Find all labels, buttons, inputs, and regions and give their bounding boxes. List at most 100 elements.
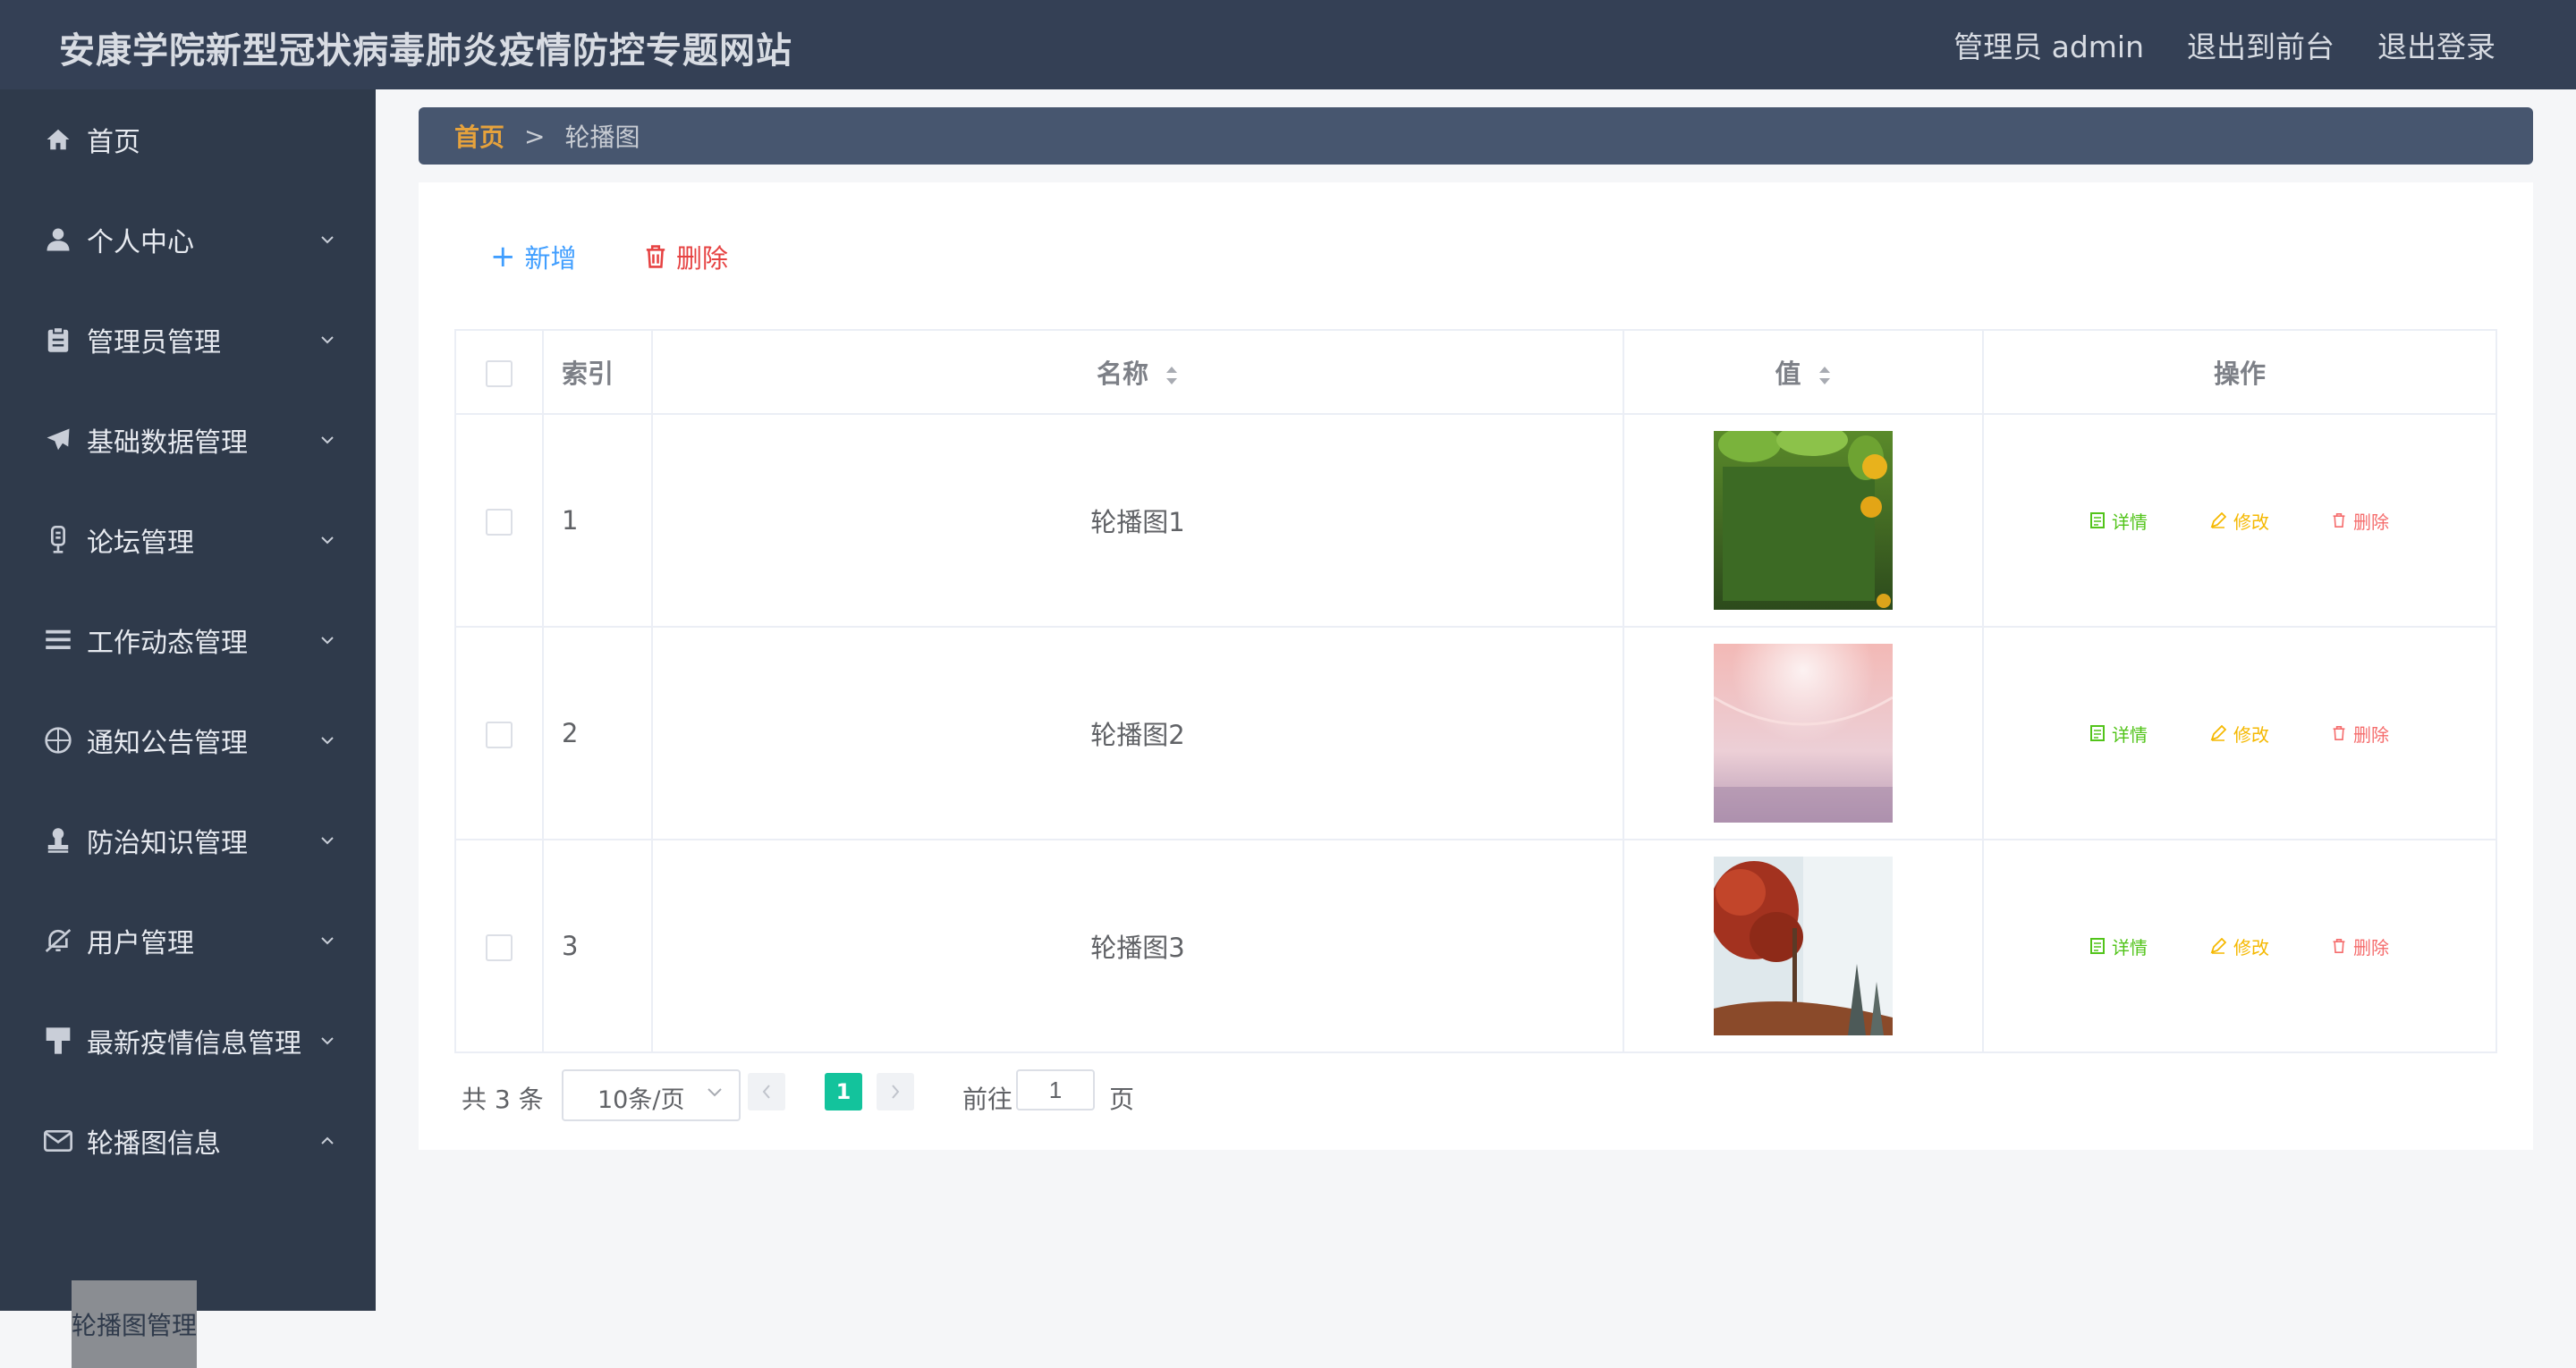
row-name: 轮播图3	[651, 839, 1624, 1053]
chevron-down-icon	[708, 1088, 722, 1097]
header-links: 管理员 admin 退出到前台 退出登录	[1953, 23, 2496, 66]
delete-button[interactable]: 删除	[2332, 721, 2389, 747]
row-value-cell	[1623, 839, 1984, 1053]
sidebar-item-base-data[interactable]: 基础数据管理	[0, 390, 376, 490]
table-header-row: 索引 名称 值 操作	[454, 329, 2497, 415]
bell-off-icon	[43, 925, 73, 956]
select-all-checkbox[interactable]	[486, 360, 513, 387]
row-value-cell	[1623, 626, 1984, 840]
row-actions-cell: 详情 修改 删除	[1982, 413, 2497, 628]
carousel-thumbnail[interactable]	[1714, 644, 1893, 823]
edit-button[interactable]: 修改	[2210, 721, 2269, 747]
row-checkbox[interactable]	[486, 934, 513, 961]
sidebar-item-home[interactable]: 首页	[0, 89, 376, 190]
row-name: 轮播图1	[651, 413, 1624, 628]
header-name[interactable]: 名称	[651, 329, 1624, 415]
header-value[interactable]: 值	[1623, 329, 1984, 415]
content-card: + 新增 删除 索引 名称 值 操作 1 轮播图1 详情 修改 删除 2 轮播图…	[419, 182, 2533, 1150]
prev-page-button[interactable]	[748, 1073, 785, 1110]
batch-delete-button[interactable]: 删除	[644, 236, 728, 277]
delete-button[interactable]: 删除	[2332, 508, 2389, 534]
sidebar: 首页 个人中心 管理员管理 基础数据管理 论坛管理 工作动态管理 通知公告管理 …	[0, 89, 376, 1368]
row-checkbox-cell	[454, 839, 544, 1053]
edit-label: 修改	[2233, 511, 2269, 533]
header-actions: 操作	[1982, 329, 2497, 415]
sidebar-item-label: 用户管理	[87, 928, 194, 959]
mail-icon	[43, 1126, 73, 1156]
edit-button[interactable]: 修改	[2210, 933, 2269, 959]
sidebar-item-notice[interactable]: 通知公告管理	[0, 690, 376, 790]
next-page-button[interactable]	[877, 1073, 914, 1110]
row-actions-cell: 详情 修改 删除	[1982, 839, 2497, 1053]
plus-icon: +	[490, 239, 516, 274]
detail-label: 详情	[2112, 723, 2148, 746]
chevron-down-icon	[321, 637, 334, 645]
page-size-select[interactable]: 10条/页	[562, 1069, 741, 1121]
sidebar-item-label: 工作动态管理	[87, 628, 248, 659]
clipboard-icon	[43, 325, 73, 355]
header-name-label: 名称	[1096, 359, 1148, 389]
sidebar-item-label: 轮播图信息	[87, 1128, 221, 1160]
goto-page-input[interactable]	[1016, 1069, 1095, 1110]
pagination-total: 共 3 条	[462, 1085, 544, 1114]
sidebar-item-label: 论坛管理	[87, 528, 194, 559]
delete-button[interactable]: 删除	[2332, 933, 2389, 959]
document-icon	[2090, 725, 2105, 741]
breadcrumb-separator: >	[524, 121, 546, 151]
sidebar-item-latest-epidemic[interactable]: 最新疫情信息管理	[0, 991, 376, 1091]
row-checkbox-cell	[454, 413, 544, 628]
pencil-icon	[2210, 725, 2226, 741]
detail-button[interactable]: 详情	[2090, 933, 2148, 959]
site-title: 安康学院新型冠状病毒肺炎疫情防控专题网站	[59, 30, 792, 72]
exit-to-front-link[interactable]: 退出到前台	[2187, 23, 2334, 66]
sidebar-item-admin-management[interactable]: 管理员管理	[0, 290, 376, 390]
user-icon	[43, 224, 73, 255]
pencil-icon	[2210, 512, 2226, 528]
sidebar-item-label: 最新疫情信息管理	[87, 1028, 301, 1060]
add-button-label: 新增	[524, 243, 577, 274]
row-checkbox[interactable]	[486, 722, 513, 748]
microphone-icon	[43, 525, 73, 555]
sidebar-item-personal-center[interactable]: 个人中心	[0, 190, 376, 290]
detail-label: 详情	[2112, 936, 2148, 958]
trash-icon	[2333, 513, 2345, 528]
sidebar-subitem-carousel-management[interactable]: 轮播图管理	[72, 1280, 197, 1368]
detail-button[interactable]: 详情	[2090, 721, 2148, 747]
sort-icon[interactable]	[1165, 364, 1179, 387]
breadcrumb-home-link[interactable]: 首页	[454, 118, 504, 154]
sidebar-item-prevention-knowledge[interactable]: 防治知识管理	[0, 790, 376, 891]
edit-label: 修改	[2233, 936, 2269, 958]
home-icon	[43, 124, 73, 155]
pencil-icon	[2210, 938, 2226, 954]
trash-icon	[646, 245, 665, 268]
detail-button[interactable]: 详情	[2090, 508, 2148, 534]
carousel-thumbnail[interactable]	[1714, 857, 1893, 1035]
sidebar-item-forum[interactable]: 论坛管理	[0, 490, 376, 590]
admin-user-link[interactable]: 管理员 admin	[1953, 23, 2144, 66]
sidebar-item-user-management[interactable]: 用户管理	[0, 891, 376, 991]
chevron-up-icon	[321, 1136, 334, 1144]
table-row: 2 轮播图2 详情 修改 删除	[454, 626, 2497, 840]
row-index: 2	[542, 626, 653, 840]
list-icon	[43, 625, 73, 655]
goto-label: 前往	[962, 1085, 1013, 1114]
carousel-thumbnail[interactable]	[1714, 431, 1893, 610]
chevron-down-icon	[321, 937, 334, 945]
sidebar-item-carousel-info[interactable]: 轮播图信息	[0, 1091, 376, 1191]
sidebar-item-work-news[interactable]: 工作动态管理	[0, 590, 376, 690]
breadcrumb-current: 轮播图	[564, 122, 640, 152]
document-icon	[2090, 512, 2105, 528]
table-row: 1 轮播图1 详情 修改 删除	[454, 413, 2497, 628]
chevron-right-icon	[892, 1085, 900, 1099]
carousel-table: 索引 名称 值 操作 1 轮播图1 详情 修改 删除 2 轮播图2 详情 修改 …	[454, 329, 2497, 1053]
stamp-icon	[43, 825, 73, 856]
row-checkbox[interactable]	[486, 509, 513, 536]
page-number-button[interactable]: 1	[825, 1073, 862, 1110]
breadcrumb: 首页 > 轮播图	[419, 107, 2533, 165]
row-index: 1	[542, 413, 653, 628]
logout-link[interactable]: 退出登录	[2377, 23, 2496, 66]
sort-icon[interactable]	[1818, 364, 1832, 387]
sidebar-item-label: 通知公告管理	[87, 728, 248, 759]
edit-button[interactable]: 修改	[2210, 508, 2269, 534]
add-button[interactable]: + 新增	[490, 236, 577, 277]
